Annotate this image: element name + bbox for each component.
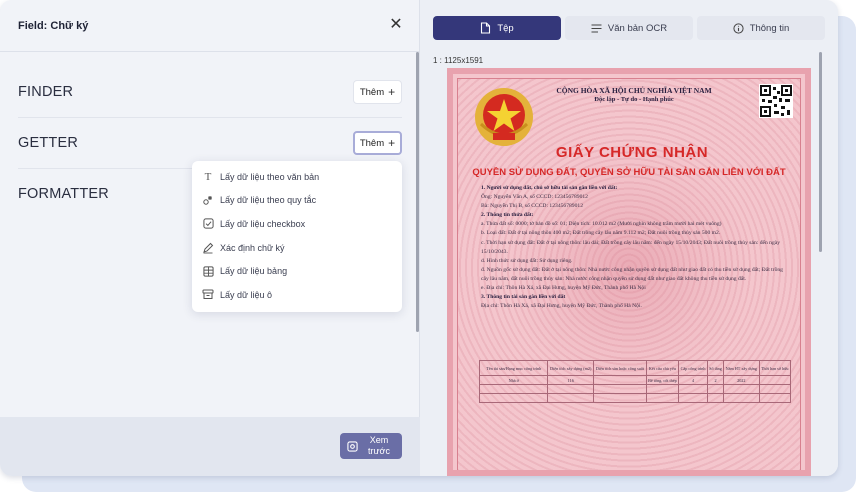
- lines-icon: [591, 23, 602, 33]
- finder-add-button[interactable]: Thêm +: [353, 80, 402, 104]
- field-title: Field: Chữ ký: [18, 20, 89, 32]
- certificate-line: 3. Thông tin tài sản gắn liền với đất: [481, 294, 566, 301]
- image-size-label: 1 : 1125x1591: [433, 56, 484, 65]
- table-header-cell: Số tầng: [706, 360, 725, 376]
- panel-header: Field: Chữ ký ✕: [0, 0, 420, 52]
- certificate-line: đ. Nguồn gốc sử dụng đất: Đất ở tại nông…: [481, 266, 783, 282]
- finder-section: FINDER Thêm +: [18, 67, 402, 118]
- table-cell: [593, 375, 647, 385]
- menu-item-label: Lấy dữ liệu theo quy tắc: [220, 195, 317, 206]
- add-button-label: Thêm: [359, 137, 385, 149]
- menu-item-label: Lấy dữ liệu bảng: [220, 266, 288, 277]
- rule-icon: [202, 194, 214, 206]
- text-icon: T: [204, 170, 212, 183]
- certificate-line: Bà: Nguyễn Thị B, số CCCD: 123456789012: [481, 203, 583, 210]
- table-cell: 4: [678, 375, 708, 385]
- tab-label: Tệp: [497, 22, 514, 34]
- viewer-scrollbar[interactable]: [819, 52, 822, 252]
- plus-icon: +: [388, 85, 396, 99]
- table-cell: 116: [547, 375, 595, 385]
- document-viewer-panel: Tệp Văn bản OCR Thông tin 1 : 1125x1591: [421, 0, 838, 476]
- tab-label: Thông tin: [749, 22, 790, 34]
- cell-icon: [202, 289, 214, 301]
- preview-icon: [347, 440, 358, 452]
- certificate-line: 1. Người sử dụng đất, chủ sở hữu tài sản…: [481, 185, 618, 191]
- certificate-subtitle: QUYỀN SỬ DỤNG ĐẤT, QUYỀN SỞ HỮU TÀI SẢN …: [472, 167, 786, 178]
- table-header-cell: Năm HT xây dựng: [723, 360, 760, 376]
- certificate-line: a. Thửa đất số: 0000; tờ bản đồ số: 01; …: [481, 221, 722, 228]
- table-header-cell: Diện tích xây dựng (m2): [547, 360, 595, 376]
- certificate-line: b. Loại đất: Đất ở tại nông thôn 400 m2;…: [481, 230, 721, 237]
- menu-item-signature[interactable]: Xác định chữ ký: [192, 236, 402, 260]
- menu-item-rule[interactable]: Lấy dữ liệu theo quy tắc: [192, 189, 402, 213]
- table-row: Nhà ở 116 Bê tông, cốt thép 4 2 2022: [478, 375, 791, 385]
- close-icon[interactable]: ✕: [388, 17, 404, 33]
- app-window: Field: Chữ ký ✕ FINDER Thêm + GETTER Thê…: [0, 0, 838, 476]
- certificate-nation: CỘNG HÒA XÃ HỘI CHỦ NGHĨA VIỆT NAM: [556, 86, 712, 95]
- certificate-line: d. Hình thức sử dụng đất: Sử dụng riêng.: [481, 257, 573, 264]
- table-cell: 2: [706, 375, 725, 385]
- table-cell: 2022: [723, 375, 760, 385]
- certificate-line: Địa chỉ: Thôn Hà Xá, xã Đại Hưng, huyện …: [481, 303, 642, 310]
- table-header-cell: Cấp công trình: [678, 360, 708, 376]
- add-button-label: Thêm: [359, 86, 385, 98]
- table-header-row: Tên tài sản/Hạng mục công trình Diện tíc…: [478, 360, 791, 376]
- finder-label: FINDER: [18, 84, 74, 100]
- menu-item-checkbox[interactable]: Lấy dữ liệu checkbox: [192, 212, 402, 236]
- certificate-line: e. Địa chỉ: Thôn Hà Xá, xã Đại Hưng, huy…: [481, 285, 646, 292]
- menu-item-label: Lấy dữ liệu theo văn bản: [220, 171, 320, 182]
- table-icon: [202, 265, 214, 277]
- menu-item-label: Xác định chữ ký: [220, 242, 285, 253]
- table-header-cell: Diện tích sàn hoặc công suất: [593, 360, 647, 376]
- table-cell: [758, 375, 791, 385]
- certificate-line: Ông: Nguyễn Văn A, số CCCD: 123456789012: [481, 194, 588, 201]
- info-icon: [733, 22, 744, 34]
- tab-ocr-text[interactable]: Văn bản OCR: [565, 16, 693, 40]
- preview-button[interactable]: Xem trước: [340, 433, 402, 459]
- menu-item-text[interactable]: T Lấy dữ liệu theo văn bản: [192, 165, 402, 189]
- menu-item-label: Lấy dữ liệu checkbox: [220, 218, 306, 229]
- certificate-line: 2. Thông tin thửa đất:: [481, 212, 534, 219]
- tab-info[interactable]: Thông tin: [697, 16, 825, 40]
- plus-icon: +: [388, 136, 396, 150]
- panel-scrollbar[interactable]: [416, 52, 419, 332]
- tab-file[interactable]: Tệp: [433, 16, 561, 40]
- formatter-label: FORMATTER: [18, 186, 109, 202]
- table-header-cell: Thời hạn sở hữu: [758, 360, 791, 376]
- asset-table: Tên tài sản/Hạng mục công trình Diện tíc…: [478, 360, 791, 403]
- getter-add-button[interactable]: Thêm +: [353, 131, 402, 155]
- signature-icon: [202, 242, 214, 254]
- table-row: [478, 384, 791, 394]
- preview-label: Xem trước: [368, 435, 390, 456]
- certificate-title: GIẤY CHỨNG NHẬN: [555, 144, 709, 161]
- tab-label: Văn bản OCR: [607, 22, 668, 34]
- certificate-body: 1. Người sử dụng đất, chủ sở hữu tài sản…: [481, 184, 787, 311]
- table-row: [478, 393, 791, 403]
- menu-item-table[interactable]: Lấy dữ liệu bảng: [192, 259, 402, 283]
- table-cell: Nhà ở: [478, 375, 549, 385]
- getter-label: GETTER: [18, 135, 79, 151]
- file-icon: [481, 22, 491, 34]
- table-header-cell: Kết cấu chủ yếu: [645, 360, 680, 376]
- table-cell: Bê tông, cốt thép: [645, 375, 680, 385]
- viewer-tabs: Tệp Văn bản OCR Thông tin: [433, 16, 825, 40]
- table-header-cell: Tên tài sản/Hạng mục công trình: [478, 360, 549, 376]
- document-image: CỘNG HÒA XÃ HỘI CHỦ NGHĨA VIỆT NAM Độc l…: [447, 68, 811, 476]
- menu-item-label: Lấy dữ liệu ô: [220, 289, 273, 300]
- checkbox-icon: [202, 218, 214, 230]
- menu-item-cell[interactable]: Lấy dữ liệu ô: [192, 283, 402, 307]
- getter-dropdown-menu: T Lấy dữ liệu theo văn bản Lấy dữ liệu t…: [192, 161, 402, 312]
- field-config-panel: Field: Chữ ký ✕ FINDER Thêm + GETTER Thê…: [0, 0, 420, 476]
- certificate-motto: Độc lập - Tự do - Hạnh phúc: [594, 96, 674, 103]
- certificate-line: c. Thời hạn sử dụng đất: Đất ở tại nông …: [481, 239, 781, 255]
